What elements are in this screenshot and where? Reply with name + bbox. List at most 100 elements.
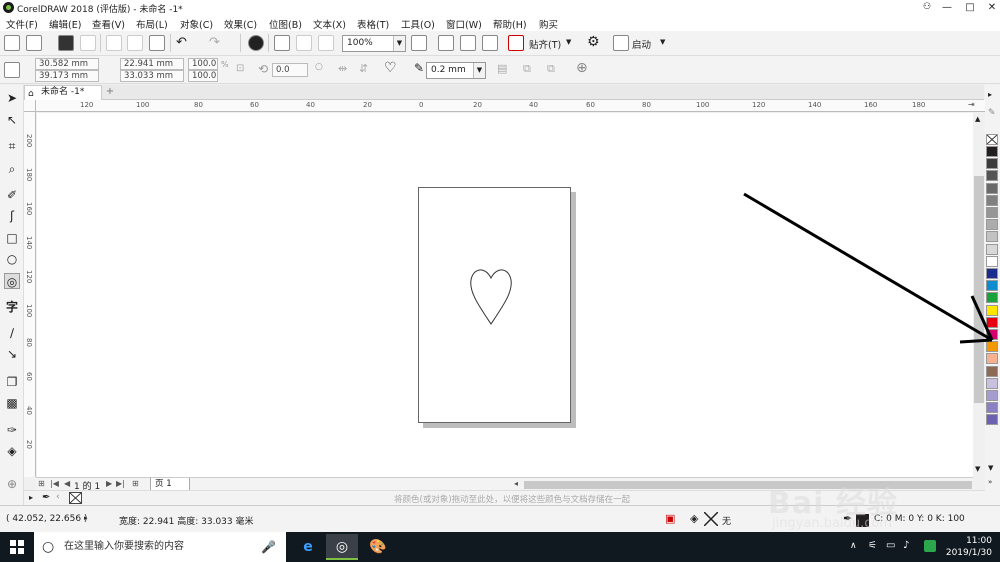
connector-tool-icon[interactable]: ↘: [4, 346, 20, 362]
menu-object[interactable]: 对象(C): [180, 17, 213, 31]
color-swatch[interactable]: [986, 402, 998, 414]
parallel-dimension-icon[interactable]: ∕: [4, 325, 20, 341]
close-button[interactable]: ✕: [979, 0, 1000, 15]
wrap-text-icon[interactable]: ▤: [497, 62, 507, 75]
windows-start-icon[interactable]: [10, 540, 24, 554]
undo-icon[interactable]: ↶: [176, 35, 187, 50]
menu-buy[interactable]: 购买: [539, 17, 558, 31]
rectangle-tool-icon[interactable]: □: [4, 230, 20, 246]
palette-eyedropper-icon[interactable]: ✎: [988, 108, 996, 118]
add-page-icon[interactable]: ⊞: [132, 479, 139, 488]
launch-icon[interactable]: [613, 35, 629, 51]
scale-y-field[interactable]: 100.0: [188, 70, 218, 82]
chevron-down-icon[interactable]: ▼: [660, 38, 665, 46]
next-page-icon[interactable]: ▶: [106, 479, 112, 488]
mirror-horizontal-icon[interactable]: ⇹: [338, 62, 347, 75]
ruler-origin[interactable]: [24, 100, 36, 112]
page-options-icon[interactable]: ⊞: [38, 479, 45, 488]
mirror-vertical-icon[interactable]: ⇵: [359, 62, 368, 75]
fill-bucket-icon[interactable]: ◈: [690, 512, 698, 525]
crop-tool-icon[interactable]: ⌗: [4, 138, 20, 154]
save-icon[interactable]: [58, 35, 74, 51]
text-tool-icon[interactable]: 字: [4, 299, 20, 315]
zoom-level-select[interactable]: 100% ▼: [342, 35, 406, 52]
tray-app-icon[interactable]: [924, 540, 936, 552]
color-swatch[interactable]: [986, 414, 998, 426]
document-page[interactable]: [418, 187, 571, 423]
no-color-swatch[interactable]: [986, 134, 998, 145]
palette-scroll-down-icon[interactable]: ▼: [988, 464, 993, 472]
scroll-up-icon[interactable]: ▲: [975, 115, 980, 123]
height-field[interactable]: 33.033 mm: [120, 70, 184, 82]
menu-edit[interactable]: 编辑(E): [49, 17, 81, 31]
drop-shadow-icon[interactable]: ❐: [4, 374, 20, 390]
zoom-tool-icon[interactable]: ⌕: [4, 161, 20, 177]
search-content-icon[interactable]: [248, 35, 264, 51]
rotation-field[interactable]: 0.0: [272, 63, 308, 77]
artistic-media-icon[interactable]: ʃ: [4, 208, 20, 224]
battery-icon[interactable]: ▭: [886, 540, 895, 551]
no-fill-icon[interactable]: [69, 492, 82, 504]
add-tool-icon[interactable]: ⊕: [4, 476, 20, 492]
heart-shape-icon[interactable]: ♡: [384, 60, 397, 76]
ellipse-tool-icon[interactable]: ○: [4, 251, 20, 267]
interactive-fill-icon[interactable]: ◈: [4, 443, 20, 459]
menu-text[interactable]: 文本(X): [313, 17, 346, 31]
chevron-down-icon[interactable]: ▼: [566, 38, 571, 46]
menu-view[interactable]: 查看(V): [92, 17, 125, 31]
to-back-icon[interactable]: ⧉: [547, 62, 555, 76]
y-position-field[interactable]: 39.173 mm: [35, 70, 99, 82]
menu-window[interactable]: 窗口(W): [446, 17, 482, 31]
eyedropper-icon[interactable]: ✑: [4, 422, 20, 438]
basic-shapes-icon[interactable]: ◎: [4, 273, 20, 289]
options-gear-icon[interactable]: ⚙: [587, 34, 600, 50]
last-page-icon[interactable]: ▶|: [116, 479, 125, 488]
menu-file[interactable]: 文件(F): [6, 17, 38, 31]
eyedropper-icon[interactable]: ✒: [42, 492, 50, 503]
launch-menu[interactable]: 启动: [632, 37, 651, 51]
tray-expand-icon[interactable]: ∧: [850, 541, 857, 551]
color-swatch[interactable]: [986, 170, 998, 182]
coreldraw-taskbar-icon[interactable]: ◎: [326, 534, 358, 560]
menu-tools[interactable]: 工具(O): [401, 17, 435, 31]
shape-tool-icon[interactable]: ↖: [4, 112, 20, 128]
prev-page-icon[interactable]: ◀: [64, 479, 70, 488]
width-field[interactable]: 22.941 mm: [120, 58, 184, 70]
redo-icon[interactable]: ↷: [209, 35, 220, 50]
new-document-icon[interactable]: [4, 35, 20, 51]
horizontal-ruler[interactable]: 120 100 80 60 40 20 0 20 40 60 80 100 12…: [36, 100, 986, 112]
menu-layout[interactable]: 布局(L): [136, 17, 168, 31]
status-expand-icon[interactable]: ▸: [84, 514, 88, 522]
export-icon[interactable]: [296, 35, 312, 51]
menu-help[interactable]: 帮助(H): [493, 17, 527, 31]
show-guidelines-icon[interactable]: [482, 35, 498, 51]
cut-icon[interactable]: [106, 35, 122, 51]
full-screen-icon[interactable]: [411, 35, 427, 51]
show-grid-icon[interactable]: [460, 35, 476, 51]
scroll-down-icon[interactable]: ▼: [975, 465, 980, 473]
color-swatch[interactable]: [986, 146, 998, 157]
edge-browser-icon[interactable]: e: [292, 534, 324, 560]
scale-x-field[interactable]: 100.0: [188, 58, 218, 70]
color-proofing-icon[interactable]: ▣: [665, 512, 675, 525]
color-swatch[interactable]: [986, 390, 998, 401]
scroll-left-icon[interactable]: ◂: [514, 479, 518, 488]
document-tab[interactable]: ⌂ 未命名 -1*: [24, 85, 102, 100]
palette-back-icon[interactable]: ‹: [56, 492, 60, 502]
ruler-settings-icon[interactable]: ⇥: [968, 100, 975, 109]
network-icon[interactable]: ⚟: [868, 540, 877, 551]
add-preset-icon[interactable]: ⊕: [576, 60, 588, 76]
taskbar-search-input[interactable]: ○ 在这里输入你要搜索的内容 🎤: [34, 532, 286, 562]
menu-table[interactable]: 表格(T): [357, 17, 389, 31]
outline-width-select[interactable]: 0.2 mm ▼: [426, 62, 486, 79]
add-tab-icon[interactable]: +: [104, 86, 116, 98]
lock-ratio-icon[interactable]: ⊡: [236, 63, 244, 74]
microphone-icon[interactable]: 🎤: [261, 532, 276, 562]
publish-pdf-icon[interactable]: [318, 35, 334, 51]
import-icon[interactable]: [274, 35, 290, 51]
pick-tool-icon[interactable]: ➤: [4, 90, 20, 106]
first-page-icon[interactable]: |◀: [50, 479, 59, 488]
transparency-icon[interactable]: ▩: [4, 395, 20, 411]
palette-more-icon[interactable]: »: [988, 478, 992, 486]
snap-off-icon[interactable]: [508, 35, 524, 51]
